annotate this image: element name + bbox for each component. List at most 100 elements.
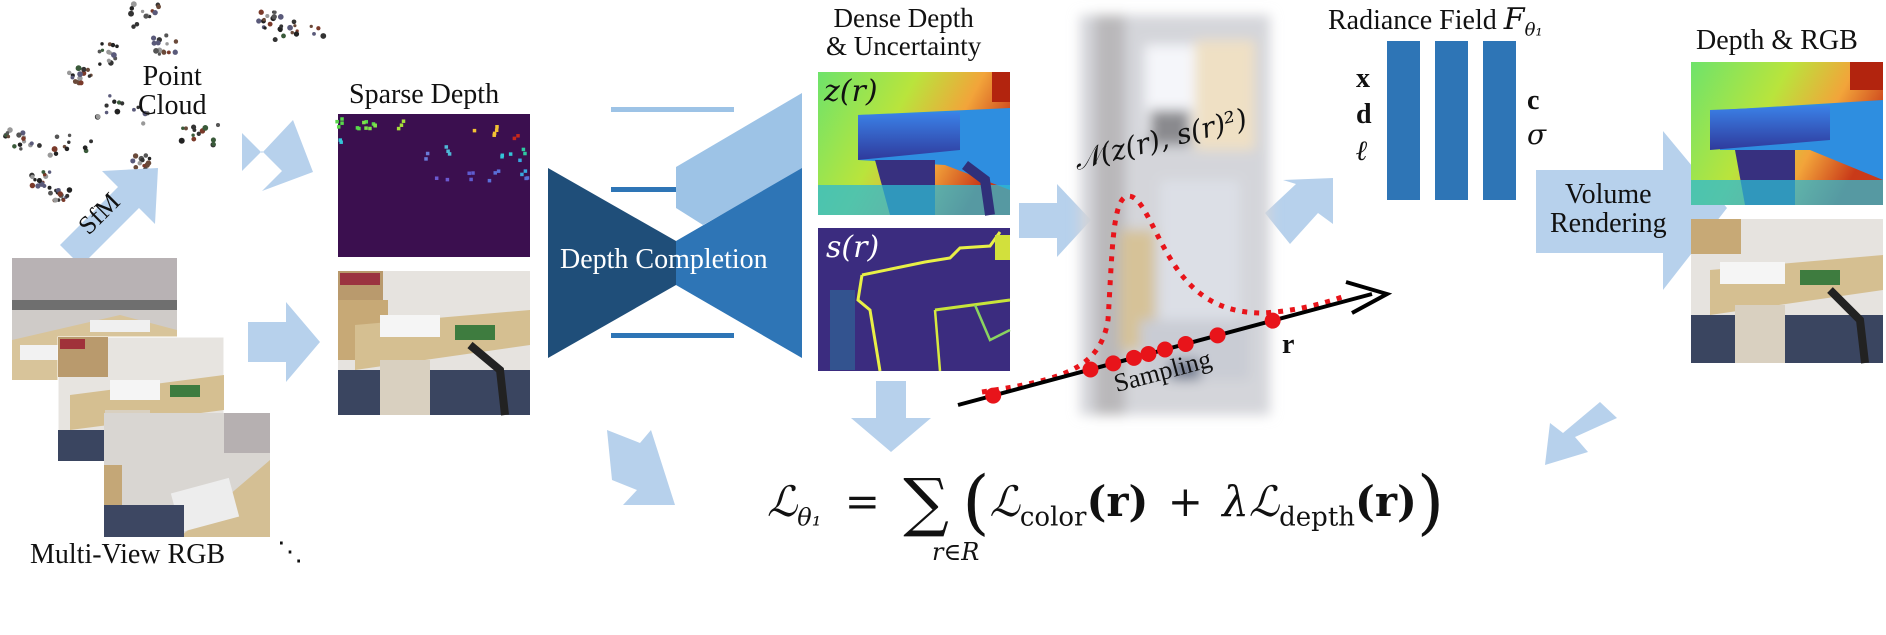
point-cloud-dot [41, 170, 46, 174]
point-cloud-dot [35, 183, 41, 189]
multi-view-rgb-label: Multi-View RGB [30, 539, 226, 570]
sparse-depth-point [500, 153, 505, 158]
sparse-depth-point [495, 125, 499, 129]
point-cloud-dot [134, 21, 140, 27]
skip-connection-1 [611, 107, 734, 112]
point-cloud-dot [291, 19, 297, 25]
point-cloud-dot [164, 33, 169, 38]
sample-point [1082, 361, 1099, 378]
multi-view-rgb-stack [12, 258, 270, 537]
sample-point [985, 387, 1002, 404]
sparse-depth-point [424, 157, 428, 161]
sparse-depth-point [512, 136, 517, 141]
point-cloud-dot [47, 185, 52, 190]
point-cloud-dot [95, 114, 101, 120]
loss-close-paren: ) [1416, 461, 1445, 543]
sparse-depth-point [401, 119, 406, 123]
pipeline-diagram: Point Cloud SfM Multi-View RGB ⋱ Sparse … [0, 0, 1886, 630]
depth-rgb-label: Depth & RGB [1696, 25, 1858, 56]
volume-rendering-line1: Volume [1565, 179, 1652, 210]
point-cloud-dot [72, 79, 78, 84]
sparse-depth-point [335, 119, 339, 124]
point-cloud-dot [132, 153, 139, 159]
point-cloud-dot [114, 108, 121, 115]
point-cloud-dot [36, 178, 42, 184]
point-cloud-dot [293, 31, 300, 37]
loss-equals: = [844, 477, 880, 526]
sparse-rgb-image [338, 271, 530, 416]
point-cloud-dot [29, 182, 36, 189]
point-cloud-dot [120, 101, 125, 106]
volume-rendering-label: Volume Rendering [1550, 180, 1667, 239]
point-cloud-dot [165, 42, 169, 46]
point-cloud-dot [19, 147, 23, 151]
point-cloud-dot [112, 99, 117, 104]
point-cloud-dot [191, 133, 195, 137]
point-cloud-dot [104, 103, 109, 108]
point-cloud-dot [281, 33, 286, 39]
point-cloud-dot [6, 134, 11, 139]
ellipsis-label: ⋱ [277, 537, 303, 566]
mlp-layer-2 [1435, 41, 1468, 200]
point-cloud-dot [115, 44, 119, 49]
sparse-depth-point [469, 177, 473, 182]
point-cloud-dot [77, 71, 83, 77]
point-cloud-dot [173, 39, 179, 44]
loss-open-paren: ( [962, 461, 990, 543]
sampling-to-field-arrow [1265, 178, 1333, 244]
point-cloud-dot [181, 126, 185, 130]
sparse-depth-point [494, 128, 499, 132]
point-cloud-dot [12, 144, 17, 149]
point-cloud-dot [272, 37, 278, 43]
point-cloud-dot [47, 152, 53, 158]
point-cloud-dot [87, 74, 92, 78]
point-cloud-dot [70, 75, 75, 80]
sparse-depth-point [487, 178, 492, 183]
loss-term1: ℒ [989, 477, 1020, 526]
point-cloud-dot [277, 14, 284, 20]
point-cloud-dot [110, 42, 116, 48]
point-cloud-dot [153, 48, 159, 54]
point-cloud-dot [61, 198, 66, 203]
render-to-loss-arrow [1545, 402, 1617, 465]
point-cloud-dot [152, 9, 158, 16]
sparse-depth-map [335, 114, 530, 257]
point-cloud-dot [140, 9, 145, 14]
sparse-depth-point [524, 176, 528, 181]
point-cloud-dot [142, 163, 146, 168]
sparse-depth-point [362, 120, 366, 125]
point-cloud-dot [267, 21, 273, 27]
ray-label: r [1282, 329, 1295, 360]
sparse-depth-point [425, 151, 430, 156]
input-l-label: ℓ [1356, 134, 1368, 167]
radiance-field-mlp [1387, 41, 1516, 200]
point-cloud-dot [157, 52, 162, 56]
mlp-layer-3 [1483, 41, 1516, 200]
rgb-to-loss-arrow [607, 430, 675, 505]
sparse-depth-label: Sparse Depth [349, 79, 500, 110]
loss-plus: + [1167, 477, 1203, 526]
radiance-field-text: Radiance Field [1328, 5, 1497, 36]
point-cloud-dot [47, 170, 52, 174]
point-cloud-dot [287, 24, 293, 31]
point-cloud-dot [85, 67, 91, 72]
point-cloud-dot [17, 142, 23, 147]
point-cloud-dot [98, 62, 102, 66]
point-cloud-dot [67, 133, 72, 138]
point-cloud-label: Point Cloud [138, 62, 206, 121]
loss-term2-subscript: depth [1279, 502, 1356, 533]
output-rgb-image [1691, 219, 1883, 364]
loss-term2-arg: (r) [1355, 477, 1417, 526]
loss-lhs: ℒ [767, 477, 798, 526]
point-cloud-dot [293, 24, 297, 28]
sparse-depth-point [444, 145, 449, 149]
point-cloud-dot [130, 158, 136, 164]
pointcloud-to-sparse-arrow [242, 120, 313, 191]
point-cloud-dot [147, 156, 152, 161]
radiance-field-subscript: θ₁ [1524, 19, 1543, 41]
sparse-depth-point [396, 126, 401, 131]
point-cloud-dot [262, 17, 266, 22]
point-cloud-dot [312, 31, 316, 36]
point-cloud-dot [263, 26, 267, 30]
sparse-depth-point [434, 176, 439, 180]
